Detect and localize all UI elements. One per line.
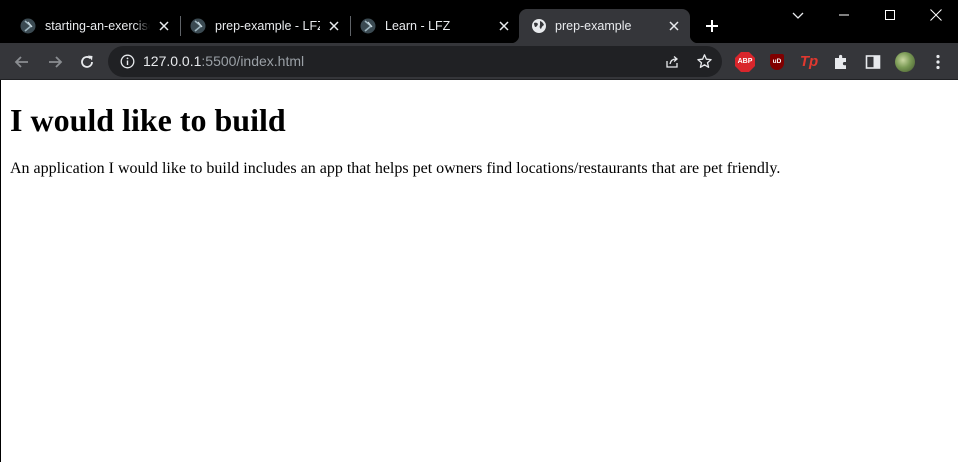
lfz-logo-icon bbox=[360, 18, 376, 34]
tp-extension-icon[interactable]: Tp bbox=[799, 52, 819, 72]
lfz-logo-icon bbox=[20, 18, 36, 34]
close-tab-icon[interactable] bbox=[498, 20, 510, 32]
menu-kebab-icon[interactable] bbox=[928, 52, 948, 72]
ublock-extension-icon[interactable]: uD bbox=[770, 54, 784, 70]
tab-learn-lfz[interactable]: Learn - LFZ bbox=[340, 9, 520, 43]
tab-title: Learn - LFZ bbox=[385, 19, 451, 33]
forward-icon[interactable] bbox=[46, 53, 64, 71]
page-paragraph: An application I would like to build inc… bbox=[10, 160, 781, 177]
reload-icon[interactable] bbox=[78, 53, 96, 71]
address-bar[interactable]: 127.0.0.1:5500/index.html bbox=[108, 46, 722, 77]
page-viewport: I would like to build An application I w… bbox=[0, 80, 958, 462]
bookmark-star-icon[interactable] bbox=[696, 53, 713, 70]
tab-prep-example-lfz[interactable]: prep-example - LFZ bbox=[170, 9, 350, 43]
tab-starting-an-exercise[interactable]: starting-an-exercise bbox=[0, 9, 180, 43]
close-tab-icon[interactable] bbox=[158, 20, 170, 32]
minimize-icon[interactable] bbox=[837, 8, 851, 22]
back-icon[interactable] bbox=[13, 53, 31, 71]
url-host: 127.0.0.1 bbox=[143, 53, 202, 69]
tab-strip: starting-an-exercise prep-example - LFZ … bbox=[0, 0, 958, 43]
url-text[interactable]: 127.0.0.1:5500/index.html bbox=[143, 53, 304, 70]
maximize-icon[interactable] bbox=[883, 8, 897, 22]
site-info-icon[interactable] bbox=[120, 54, 135, 69]
tab-prep-example[interactable]: prep-example bbox=[511, 9, 698, 43]
profile-avatar[interactable] bbox=[895, 52, 915, 72]
lfz-logo-icon bbox=[190, 18, 206, 34]
close-window-icon[interactable] bbox=[929, 8, 943, 22]
adblock-plus-extension-icon[interactable]: ABP bbox=[735, 52, 755, 72]
extensions-puzzle-icon[interactable] bbox=[831, 52, 851, 72]
browser-toolbar: 127.0.0.1:5500/index.html ABP uD Tp bbox=[0, 43, 958, 80]
tab-title: prep-example bbox=[555, 19, 632, 33]
close-tab-icon[interactable] bbox=[328, 20, 340, 32]
side-panel-icon[interactable] bbox=[863, 52, 883, 72]
url-path: :5500/index.html bbox=[201, 53, 305, 69]
share-icon[interactable] bbox=[664, 54, 680, 70]
page-heading: I would like to build bbox=[10, 102, 286, 138]
tab-title: starting-an-exercise bbox=[45, 19, 150, 33]
globe-icon bbox=[532, 19, 546, 33]
tab-title: prep-example - LFZ bbox=[215, 19, 320, 33]
new-tab-icon[interactable] bbox=[703, 17, 721, 35]
tab-search-chevron-icon[interactable] bbox=[791, 8, 805, 22]
close-tab-icon[interactable] bbox=[668, 20, 680, 32]
